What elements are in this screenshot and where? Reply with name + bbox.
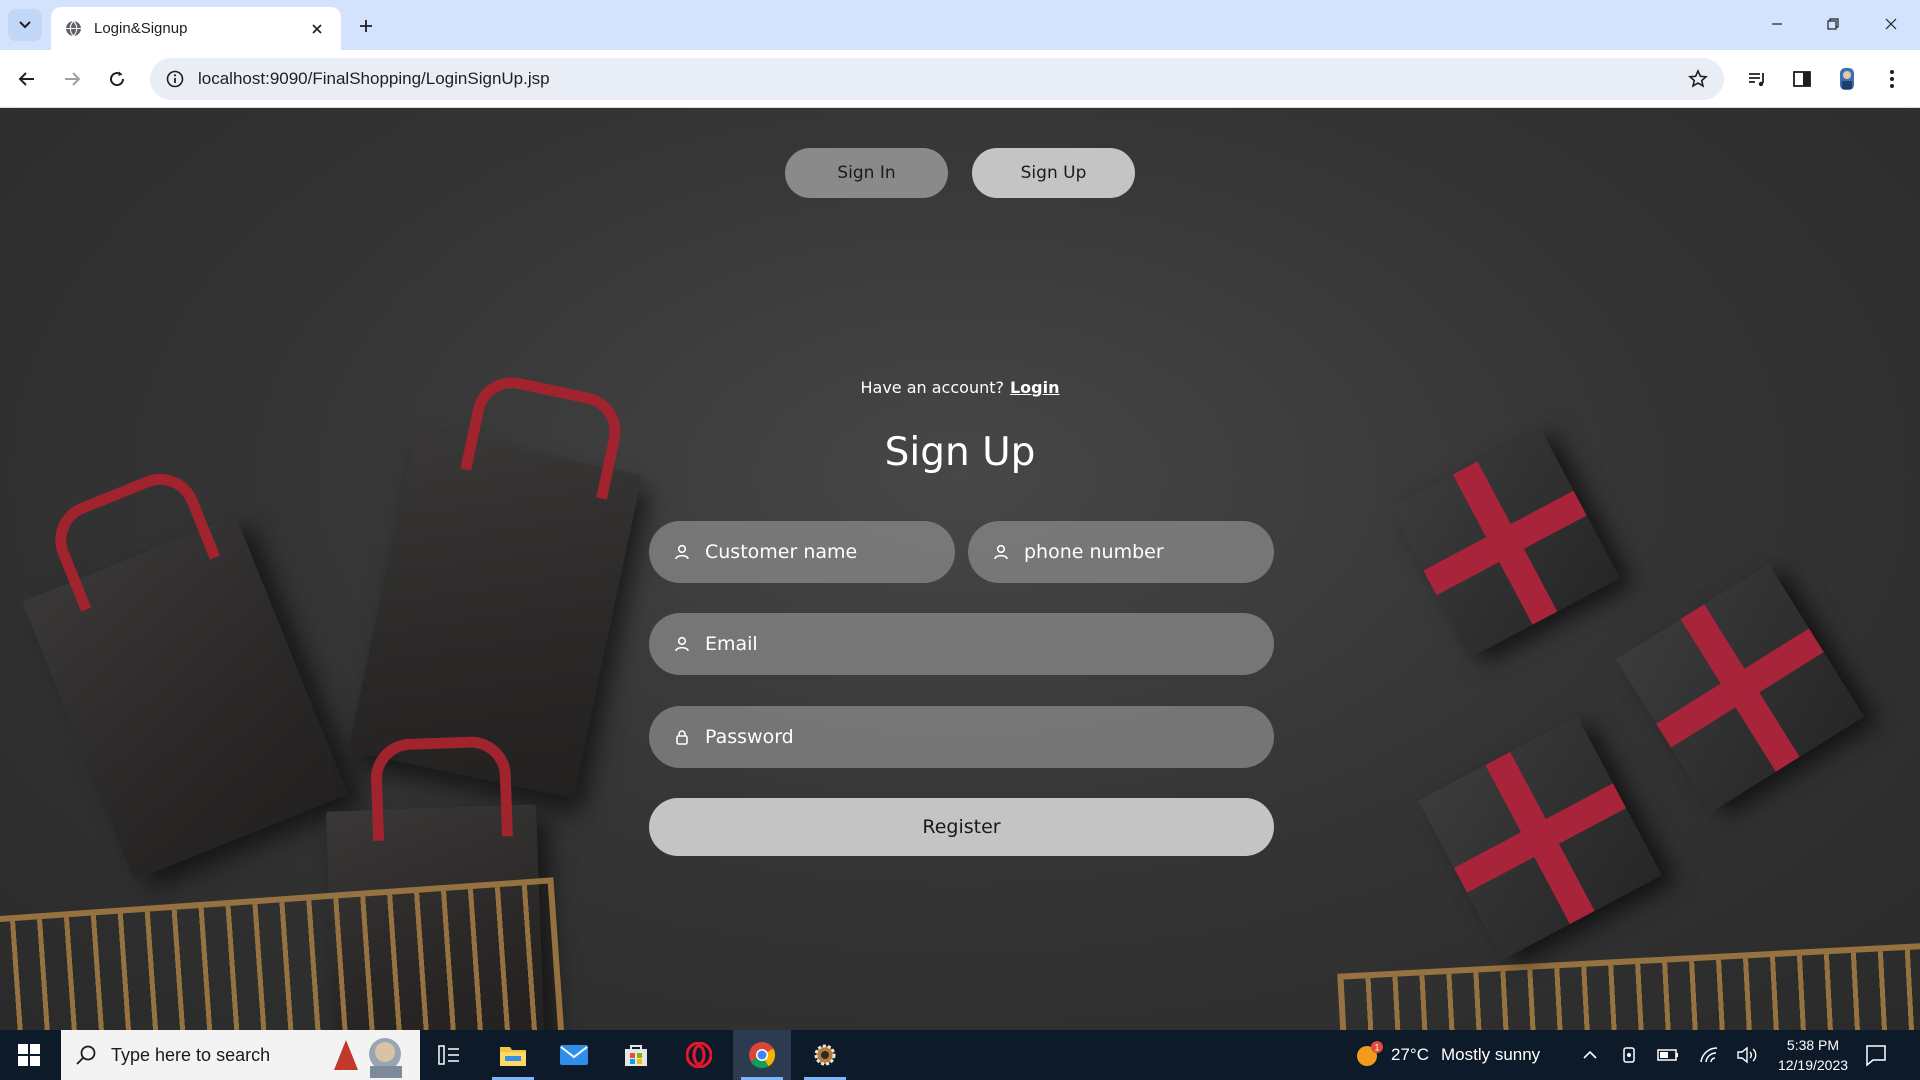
weather-temperature: 27°C [1391, 1045, 1429, 1064]
search-highlight-image [330, 1032, 420, 1078]
minimize-icon [1772, 23, 1782, 25]
reload-button[interactable] [101, 63, 133, 95]
arrow-left-icon [18, 72, 34, 86]
lock-icon [671, 726, 693, 748]
email-input[interactable] [705, 633, 1274, 655]
wifi-icon[interactable] [1697, 1043, 1721, 1067]
new-tab-button[interactable] [352, 12, 380, 40]
task-view-icon[interactable] [420, 1030, 478, 1080]
user-icon [671, 541, 693, 563]
notification-icon[interactable] [1864, 1043, 1888, 1067]
weather-badge: 1 [1374, 1043, 1379, 1053]
side-panel-icon[interactable] [1786, 63, 1818, 95]
customer-name-field[interactable] [649, 521, 955, 583]
gift-box-image [1418, 716, 1662, 960]
clock-time: 5:38 PM [1786, 1037, 1840, 1053]
minimize-button[interactable] [1754, 8, 1800, 40]
info-icon[interactable] [166, 70, 184, 88]
close-window-button[interactable] [1868, 8, 1914, 40]
browser-tab[interactable]: Login&Signup [51, 7, 341, 50]
user-icon [990, 541, 1012, 563]
weather-description: Mostly sunny [1440, 1045, 1541, 1064]
back-button[interactable] [11, 63, 43, 95]
tab-close-icon[interactable] [307, 19, 327, 39]
star-icon[interactable] [1688, 69, 1708, 89]
user-icon [671, 633, 693, 655]
password-field[interactable] [649, 706, 1274, 768]
restore-icon [1827, 18, 1839, 30]
close-icon [1885, 18, 1897, 30]
address-bar[interactable]: localhost:9090/FinalShopping/LoginSignUp… [150, 58, 1724, 100]
volume-icon[interactable] [1735, 1043, 1759, 1067]
plus-icon [360, 20, 372, 32]
shopping-cart-image [1337, 942, 1920, 1030]
weather-sun-icon: 1 [1357, 1041, 1383, 1066]
forward-button[interactable] [56, 63, 88, 95]
meet-now-icon[interactable] [1618, 1043, 1642, 1067]
customer-name-input[interactable] [705, 541, 955, 563]
profile-avatar[interactable] [1831, 63, 1863, 95]
url-text[interactable]: localhost:9090/FinalShopping/LoginSignUp… [198, 69, 1688, 89]
tab-title: Login&Signup [94, 20, 188, 37]
sign-up-toggle-button[interactable]: Sign Up [972, 148, 1135, 198]
media-control-icon[interactable] [1741, 63, 1773, 95]
file-explorer-icon[interactable] [484, 1030, 542, 1080]
shopping-cart-image [0, 877, 566, 1030]
register-button[interactable]: Register [649, 798, 1274, 856]
reload-icon [110, 71, 125, 87]
opera-browser-icon[interactable] [670, 1030, 728, 1080]
menu-kebab-icon[interactable] [1876, 63, 1908, 95]
tab-search-button[interactable] [8, 9, 42, 41]
start-button[interactable] [0, 1030, 58, 1080]
clock-date: 12/19/2023 [1777, 1057, 1849, 1073]
have-account-prompt: Have an account? Login [0, 378, 1920, 397]
password-input[interactable] [705, 726, 1274, 748]
gift-box-image [1615, 563, 1865, 813]
weather-widget[interactable]: 1 27°C Mostly sunny [1355, 1030, 1540, 1080]
have-account-text: Have an account? [860, 378, 1004, 397]
chevron-down-icon [19, 21, 31, 29]
system-clock[interactable]: 5:38 PM 12/19/2023 [1768, 1035, 1858, 1075]
phone-number-field[interactable] [968, 521, 1274, 583]
mail-icon[interactable] [545, 1030, 603, 1080]
arrow-right-icon [65, 72, 81, 86]
restore-button[interactable] [1810, 8, 1856, 40]
search-icon [76, 1045, 96, 1065]
shopping-bag-image [22, 515, 348, 881]
page-title: Sign Up [884, 430, 1036, 475]
browser-toolbar: localhost:9090/FinalShopping/LoginSignUp… [0, 50, 1920, 108]
windows-logo-icon [18, 1044, 40, 1066]
login-link[interactable]: Login [1010, 378, 1060, 397]
chevron-up-icon[interactable] [1578, 1043, 1602, 1067]
battery-icon[interactable] [1656, 1043, 1680, 1067]
sign-in-toggle-button[interactable]: Sign In [785, 148, 948, 198]
phone-number-input[interactable] [1024, 541, 1274, 563]
globe-icon [66, 20, 81, 37]
taskbar: Type here to search 1 27°C Mostly sunny [0, 1030, 1920, 1080]
email-field[interactable] [649, 613, 1274, 675]
microsoft-store-icon[interactable] [607, 1030, 665, 1080]
settings-gear-icon[interactable] [796, 1030, 854, 1080]
browser-tabstrip: Login&Signup [0, 0, 1920, 50]
search-placeholder: Type here to search [111, 1044, 271, 1065]
page-content: Sign In Sign Up Have an account? Login Si… [0, 108, 1920, 1030]
taskbar-search[interactable]: Type here to search [61, 1030, 420, 1080]
chrome-browser-icon[interactable] [733, 1030, 791, 1080]
